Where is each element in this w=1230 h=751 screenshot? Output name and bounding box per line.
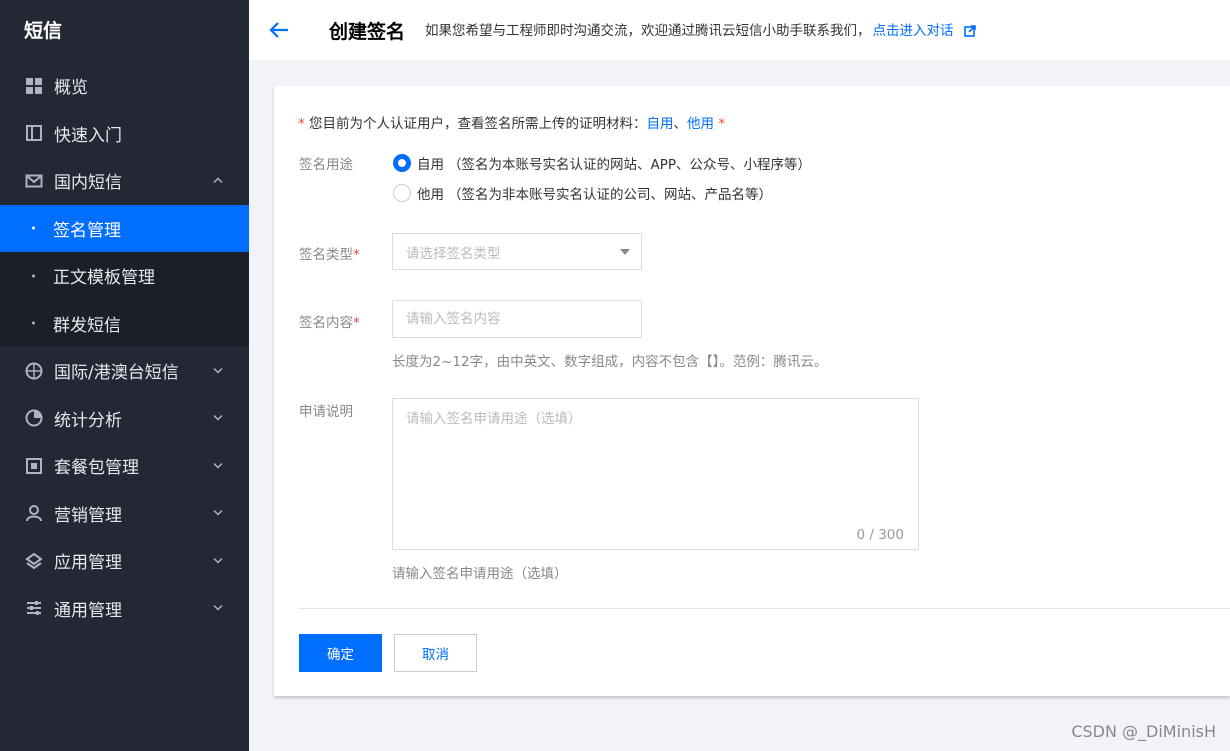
sidebar-item-label: 套餐包管理 <box>54 458 139 479</box>
signature-type-select[interactable]: 请选择签名类型 <box>392 233 642 270</box>
bullet-icon <box>32 226 35 230</box>
radio-label: 自用 <box>417 157 444 173</box>
sidebar-item-international-sms[interactable]: 国际/港澳台短信 <box>0 347 249 395</box>
sidebar-item-label: 签名管理 <box>53 220 121 241</box>
page-title: 创建签名 <box>329 20 406 43</box>
sidebar-item-quickstart[interactable]: 快速入门 <box>0 110 249 158</box>
sidebar-item-signature-management[interactable]: 签名管理 <box>0 204 249 252</box>
form-card: * 您目前为个人认证用户，查看签名所需上传的证明材料：自用、他用 * 签名用途 … <box>274 86 1230 696</box>
purpose-label: 签名用途 <box>299 157 353 173</box>
radio-checked-icon[interactable] <box>393 154 411 172</box>
sidebar-item-marketing-management[interactable]: 营销管理 <box>0 490 249 538</box>
content-label-text: 签名内容 <box>299 315 353 331</box>
book-icon <box>24 123 44 143</box>
layers-icon <box>24 551 44 571</box>
pie-chart-icon <box>24 408 44 428</box>
character-counter: 0 / 300 <box>856 527 905 543</box>
caret-down-icon <box>620 248 630 255</box>
sidebar-item-label: 国内短信 <box>54 173 122 194</box>
sidebar-item-domestic-sms[interactable]: 国内短信 <box>0 157 249 205</box>
package-icon <box>24 456 44 476</box>
bullet-icon <box>32 321 35 325</box>
external-link-icon[interactable] <box>964 25 976 41</box>
sidebar-item-template-management[interactable]: 正文模板管理 <box>0 252 249 300</box>
radio-label: 他用 <box>417 187 444 203</box>
required-star: * <box>298 116 305 132</box>
sidebar-item-label: 群发短信 <box>53 315 121 336</box>
sliders-icon <box>24 598 44 618</box>
globe-icon <box>24 361 44 381</box>
radio-other-use[interactable]: 他用 （签名为非本账号实名认证的公司、网站、产品名等） <box>393 183 772 203</box>
confirm-button[interactable]: 确定 <box>299 634 382 672</box>
sidebar-item-bulk-sms[interactable]: 群发短信 <box>0 300 249 348</box>
chevron-down-icon <box>213 365 223 376</box>
sidebar-title: 短信 <box>24 20 63 42</box>
sidebar-submenu: 签名管理 正文模板管理 群发短信 <box>0 204 249 348</box>
sidebar-item-package-management[interactable]: 套餐包管理 <box>0 442 249 490</box>
notice-text: 您目前为个人认证用户，查看签名所需上传的证明材料： <box>304 116 647 132</box>
chevron-up-icon <box>213 175 223 186</box>
mail-icon <box>24 171 44 191</box>
sidebar-item-label: 概览 <box>54 78 88 99</box>
page-header: 创建签名 如果您希望与工程师即时沟通交流，欢迎通过腾讯云短信小助手联系我们， 点击… <box>249 0 1230 60</box>
cancel-button[interactable]: 取消 <box>394 634 477 672</box>
user-icon <box>24 503 44 523</box>
radio-unchecked-icon[interactable] <box>393 184 411 202</box>
content-label: 签名内容* <box>299 311 360 331</box>
radio-self-use[interactable]: 自用 （签名为本账号实名认证的网站、APP、公众号、小程序等） <box>393 153 811 173</box>
required-star: * <box>353 247 360 263</box>
sidebar-item-overview[interactable]: 概览 <box>0 62 249 110</box>
sidebar-item-label: 快速入门 <box>54 125 122 146</box>
sidebar-item-label: 正文模板管理 <box>53 268 155 289</box>
contact-link[interactable]: 点击进入对话 <box>873 23 954 39</box>
identity-notice: * 您目前为个人认证用户，查看签名所需上传的证明材料：自用、他用 * <box>298 112 725 132</box>
sidebar-item-application-management[interactable]: 应用管理 <box>0 537 249 585</box>
content-hint: 长度为2~12字，由中英文、数字组成，内容不包含【】。范例：腾讯云。 <box>392 354 828 370</box>
radio-description: （签名为非本账号实名认证的公司、网站、产品名等） <box>448 187 772 203</box>
description-textarea-wrapper: 0 / 300 <box>392 398 919 550</box>
watermark: CSDN @_DiMinisH <box>1071 722 1216 741</box>
header-tip-text: 如果您希望与工程师即时沟通交流，欢迎通过腾讯云短信小助手联系我们， <box>425 23 871 39</box>
type-label: 签名类型* <box>299 243 360 263</box>
chevron-down-icon <box>213 460 223 471</box>
bullet-icon <box>32 274 35 278</box>
radio-description: （签名为本账号实名认证的网站、APP、公众号、小程序等） <box>448 157 812 173</box>
signature-content-input[interactable] <box>392 300 642 338</box>
divider <box>299 608 1230 609</box>
select-placeholder: 请选择签名类型 <box>406 245 501 262</box>
chevron-down-icon <box>213 413 223 424</box>
sidebar-item-label: 国际/港澳台短信 <box>54 363 179 384</box>
required-star: * <box>714 116 726 132</box>
chevron-down-icon <box>213 508 223 519</box>
sidebar-item-label: 应用管理 <box>54 553 122 574</box>
type-label-text: 签名类型 <box>299 247 353 263</box>
sidebar-item-label: 营销管理 <box>54 505 122 526</box>
other-use-link[interactable]: 他用 <box>687 116 714 132</box>
sidebar-item-label: 统计分析 <box>54 410 122 431</box>
grid-icon <box>24 76 44 96</box>
description-label: 申请说明 <box>299 404 353 420</box>
chevron-down-icon <box>213 603 223 614</box>
sidebar: 短信 概览 快速入门 国内短信 签名管理 正文模板管理 群发短信 国际/港澳台短… <box>0 0 249 751</box>
notice-separator: 、 <box>673 116 688 132</box>
required-star: * <box>353 315 360 331</box>
back-arrow-icon[interactable] <box>269 22 309 38</box>
header-tip: 如果您希望与工程师即时沟通交流，欢迎通过腾讯云短信小助手联系我们， 点击进入对话 <box>425 19 976 41</box>
sidebar-item-label: 通用管理 <box>54 600 122 621</box>
sidebar-item-statistics[interactable]: 统计分析 <box>0 395 249 443</box>
sidebar-item-general-management[interactable]: 通用管理 <box>0 585 249 633</box>
description-hint: 请输入签名申请用途（选填） <box>392 566 568 582</box>
chevron-down-icon <box>213 555 223 566</box>
description-textarea[interactable] <box>393 399 918 549</box>
self-use-link[interactable]: 自用 <box>647 116 674 132</box>
